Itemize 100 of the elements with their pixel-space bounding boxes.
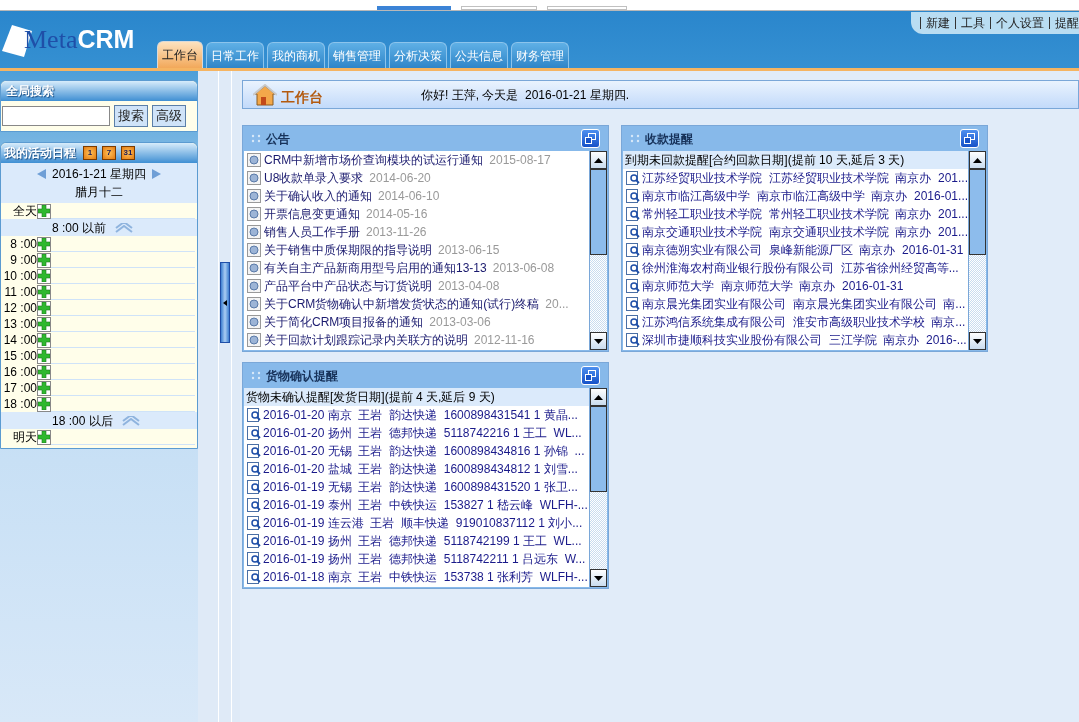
reminder-link[interactable]: 2016-01-19 扬州 王岩 德邦快递 5118742211 1 吕远东 W... [263,550,586,568]
magnifier-icon[interactable] [247,462,261,476]
notice-link[interactable]: 有关自主产品新商用型号启用的通知13-13 [264,259,487,277]
header-link[interactable]: 提醒 [1055,14,1079,32]
add-button[interactable] [37,396,51,412]
header-link[interactable]: 个人设置 [996,14,1044,32]
scroll-up-button[interactable] [969,151,986,169]
calendar-view-button[interactable]: 7 [102,146,116,160]
time-label: 9 :00 [9,252,37,269]
reminder-link[interactable]: 2016-01-20 盐城 王岩 韵达快递 1600898434812 1 刘雪... [263,460,578,478]
add-button[interactable] [37,203,51,219]
scroll-down-button[interactable] [969,332,986,350]
notice-link[interactable]: CRM中新增市场价查询模块的试运行通知 [264,151,484,169]
magnifier-icon[interactable] [247,498,261,512]
notice-date: 2014-06-20 [369,170,431,187]
magnifier-icon[interactable] [626,171,640,185]
notice-date: 2015-08-17 [489,152,551,169]
add-button[interactable] [37,364,51,380]
document-icon [247,333,261,347]
add-button[interactable] [37,252,51,268]
reminder-link[interactable]: 2016-01-18 南京 王岩 中铁快运 153738 1 张利芳 WLFH-... [263,568,588,586]
magnifier-icon[interactable] [247,552,261,566]
scroll-down-button[interactable] [590,569,607,587]
drag-handle-icon[interactable] [630,134,641,143]
reminder-link[interactable]: 常州轻工职业技术学院 常州轻工职业技术学院 南京办 201... [642,205,969,223]
magnifier-icon[interactable] [626,207,640,221]
magnifier-icon[interactable] [247,516,261,530]
magnifier-icon[interactable] [247,480,261,494]
reminder-link[interactable]: 南京德朔实业有限公司 泉峰新能源厂区 南京办 2016-01-31 [642,241,964,259]
magnifier-icon[interactable] [626,189,640,203]
restore-button[interactable] [581,366,600,385]
magnifier-icon[interactable] [626,315,640,329]
reminder-link[interactable]: 深圳市捷顺科技实业股份有限公司 三江学院 南京办 2016-... [642,331,967,349]
magnifier-icon[interactable] [626,279,640,293]
notice-link[interactable]: 开票信息变更通知 [264,205,360,223]
scroll-up-button[interactable] [590,388,607,406]
search-button[interactable]: 搜索 [114,105,148,127]
search-button[interactable]: 高级 [152,105,186,127]
scroll-down-button[interactable] [590,332,607,350]
reminder-link[interactable]: 2016-01-19 无锡 王岩 韵达快递 1600898431520 1 张卫... [263,478,578,496]
scroll-up-button[interactable] [590,151,607,169]
reminder-link[interactable]: 2016-01-19 连云港 王岩 顺丰快递 919010837112 1 刘小... [263,514,583,532]
reminder-link[interactable]: 2016-01-20 南京 王岩 韵达快递 1600898431541 1 黄晶... [263,406,578,424]
collapse-handle[interactable] [220,262,230,343]
reminder-link[interactable]: 南京市临江高级中学 南京市临江高级中学 南京办 2016-01... [642,187,969,205]
reminder-link[interactable]: 2016-01-20 扬州 王岩 德邦快递 5118742216 1 王工 WL... [263,424,582,442]
reminder-link[interactable]: 南京交通职业技术学院 南京交通职业技术学院 南京办 201... [642,223,969,241]
restore-button[interactable] [960,129,979,148]
reminder-link[interactable]: 南京师范大学 南京师范大学 南京办 2016-01-31 [642,277,904,295]
magnifier-icon[interactable] [626,225,640,239]
browser-field[interactable] [461,6,537,10]
scroll-thumb[interactable] [590,406,607,492]
reminder-link[interactable]: 2016-01-19 泰州 王岩 中铁快运 153827 1 嵇云峰 WLFH-... [263,496,588,514]
notice-link[interactable]: 关于CRM货物确认中新增发货状态的通知(试行)终稿 [264,295,540,313]
magnifier-icon[interactable] [626,243,640,257]
calendar-view-button[interactable]: 31 [121,146,135,160]
notice-link[interactable]: U8收款单录入要求 [264,169,364,187]
header-link[interactable]: 新建 [926,14,950,32]
notice-link[interactable]: 关于回款计划跟踪记录内关联方的说明 [264,331,468,349]
magnifier-icon[interactable] [247,444,261,458]
notice-link[interactable]: 产品平台中产品状态与订货说明 [264,277,432,295]
notice-link[interactable]: 销售人员工作手册 [264,223,360,241]
magnifier-icon[interactable] [626,261,640,275]
magnifier-icon[interactable] [247,570,261,584]
add-button[interactable] [37,380,51,396]
add-button[interactable] [37,316,51,332]
drag-handle-icon[interactable] [251,371,262,380]
drag-handle-icon[interactable] [251,134,262,143]
reminder-link[interactable]: 江苏鸿信系统集成有限公司 淮安市高级职业技术学校 南京... [642,313,966,331]
magnifier-icon[interactable] [626,297,640,311]
reminder-link[interactable]: 2016-01-19 扬州 王岩 德邦快递 5118742199 1 王工 WL... [263,532,582,550]
notice-link[interactable]: 关于销售中质保期限的指导说明 [264,241,432,259]
notice-link[interactable]: 关于确认收入的通知 [264,187,372,205]
magnifier-icon[interactable] [247,408,261,422]
calendar-view-button[interactable]: 1 [83,146,97,160]
magnifier-icon[interactable] [247,426,261,440]
reminder-link[interactable]: 徐州淮海农村商业银行股份有限公司 江苏省徐州经贸高等... [642,259,959,277]
nav-tab[interactable]: 工作台 [157,41,203,68]
add-button[interactable] [37,284,51,300]
search-field[interactable] [2,106,110,126]
reminder-link[interactable]: 2016-01-20 无锡 王岩 韵达快递 1600898434816 1 孙锦 ... [263,442,585,460]
magnifier-icon[interactable] [247,534,261,548]
add-button[interactable] [37,332,51,348]
add-button[interactable] [37,268,51,284]
restore-button[interactable] [581,129,600,148]
magnifier-icon[interactable] [626,333,640,347]
browser-field[interactable] [547,6,627,10]
page-title: 工作台 [281,88,323,107]
scroll-thumb[interactable] [969,169,986,255]
add-button[interactable] [37,236,51,252]
restore-icon [585,370,596,381]
header-link[interactable]: 工具 [961,14,985,32]
reminder-link[interactable]: 南京晨光集团实业有限公司 南京晨光集团实业有限公司 南... [642,295,966,313]
add-button[interactable] [37,429,51,445]
add-button[interactable] [37,300,51,316]
add-button[interactable] [37,348,51,364]
scroll-thumb[interactable] [590,169,607,255]
reminder-link[interactable]: 江苏经贸职业技术学院 江苏经贸职业技术学院 南京办 201... [642,169,969,187]
up-arrow-icon [594,394,603,400]
notice-link[interactable]: 关于简化CRM项目报备的通知 [264,313,424,331]
